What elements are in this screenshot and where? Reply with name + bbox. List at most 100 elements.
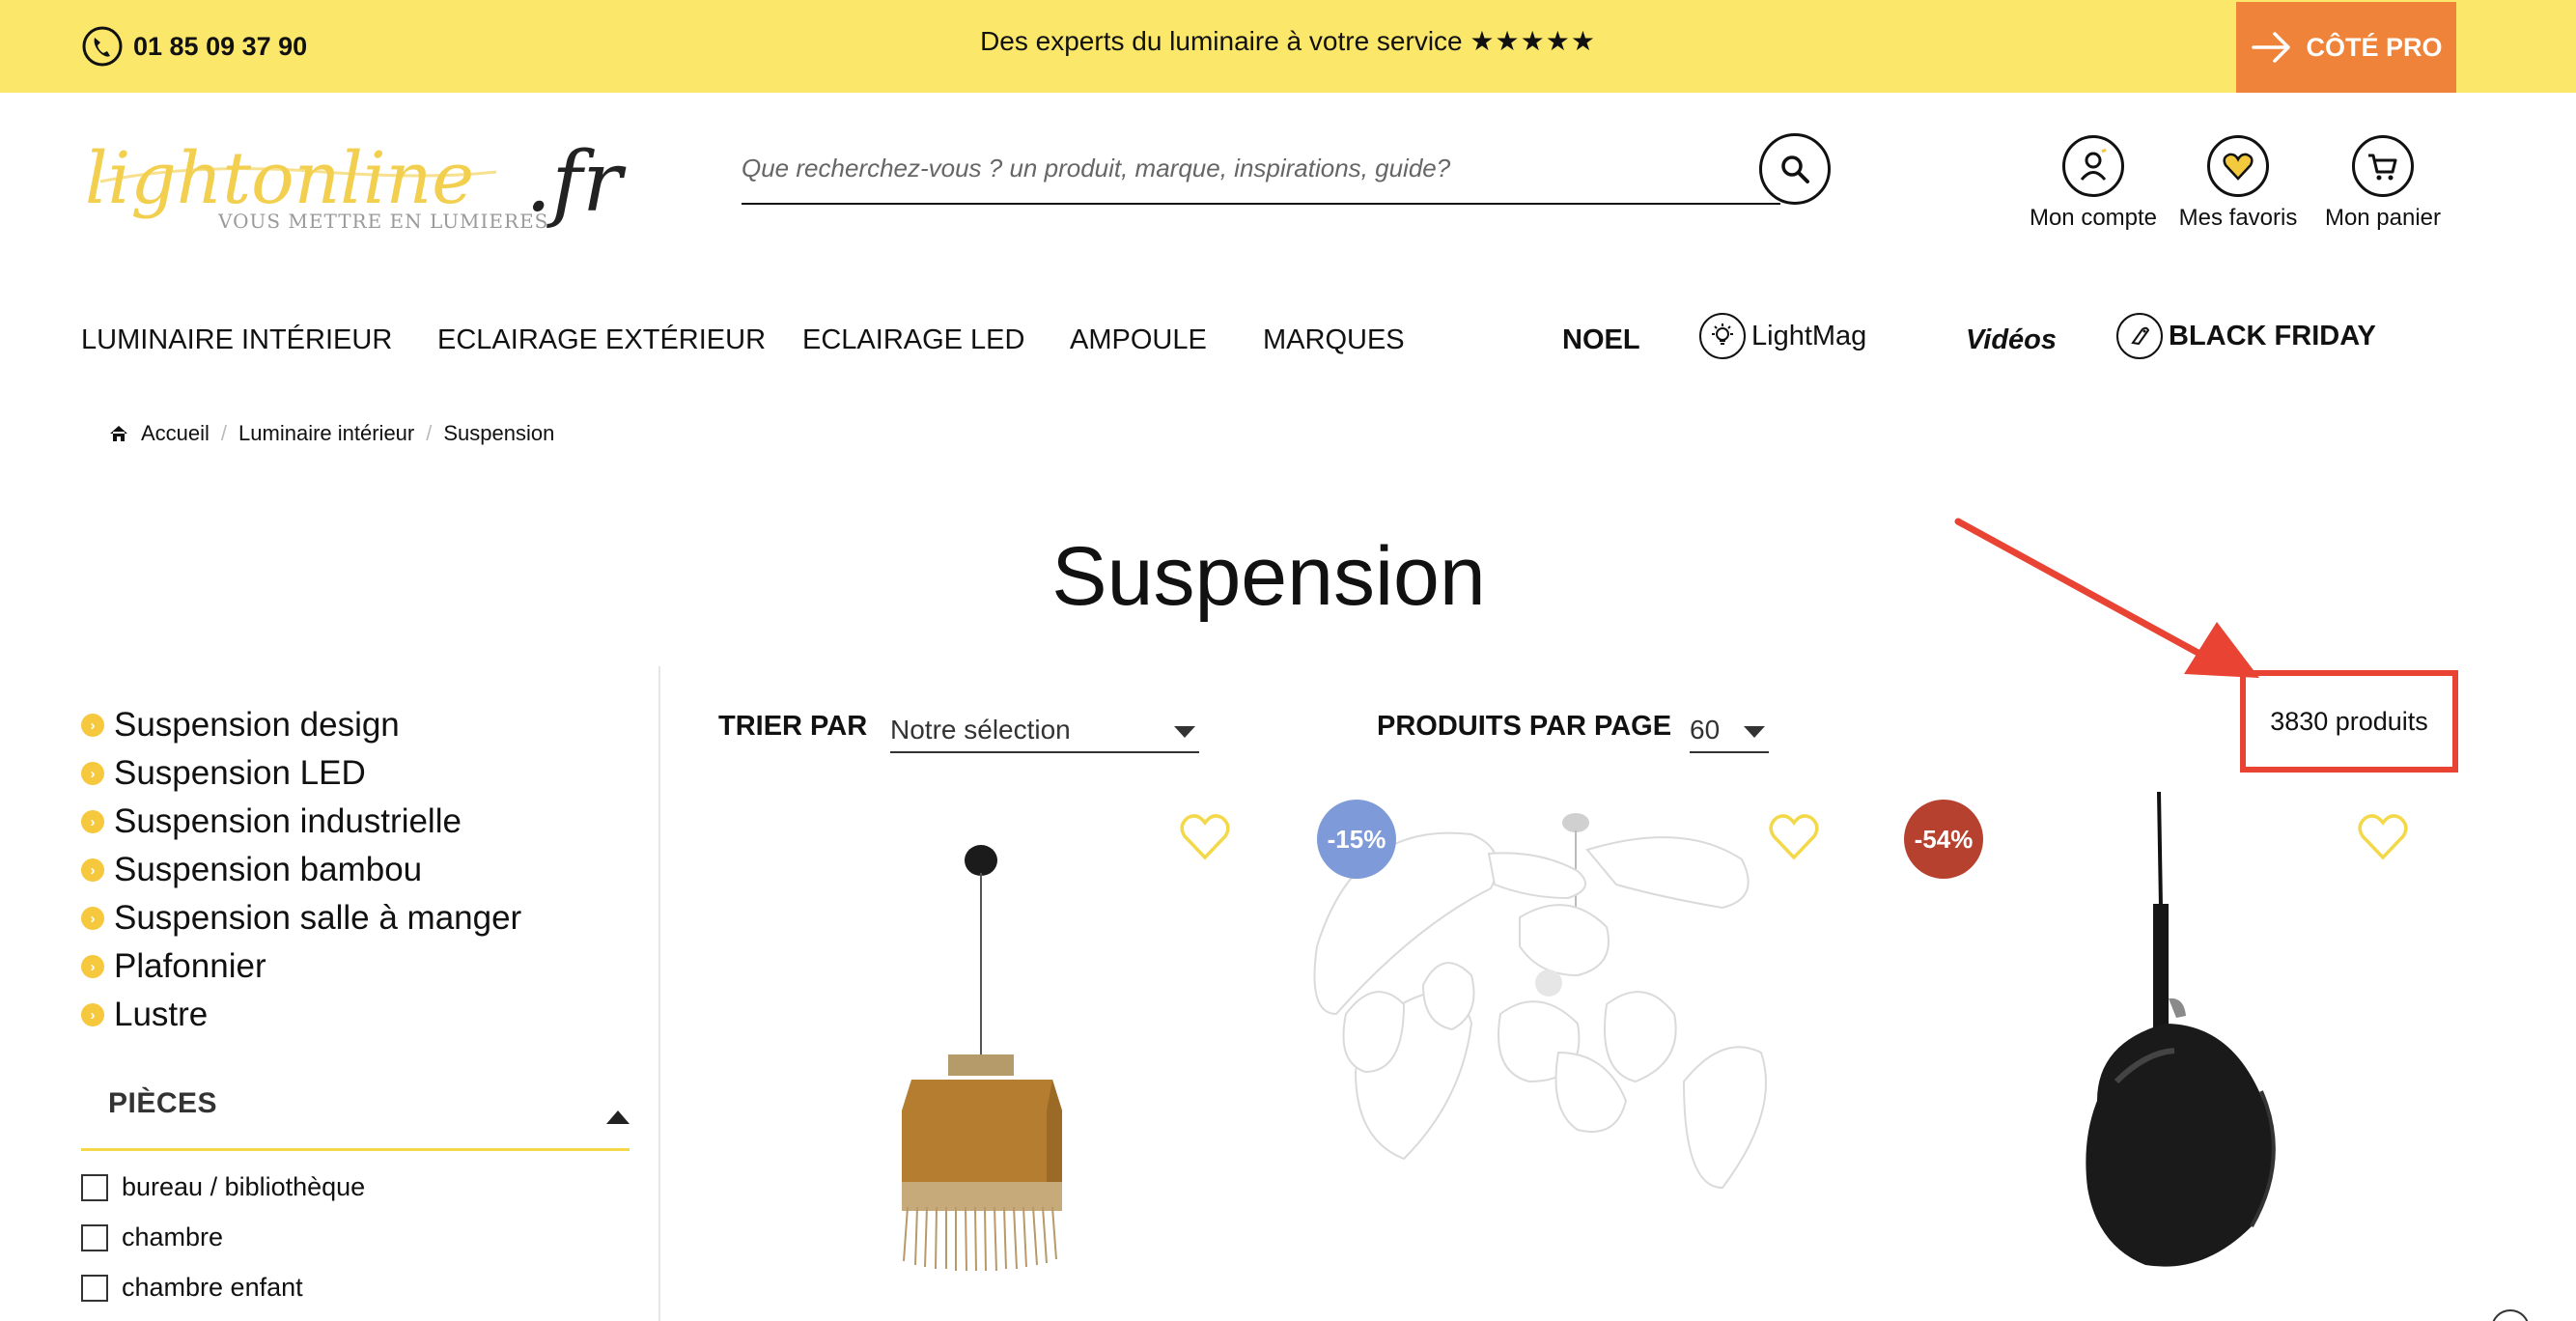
category-link[interactable]: › Suspension salle à manger [81,894,631,942]
top-bar: 01 85 09 37 90 Des experts du luminaire … [0,0,2576,93]
user-icon [2062,135,2124,197]
breadcrumb-separator: / [220,421,228,445]
category-label: Suspension LED [114,754,366,792]
site-logo[interactable]: lightonline .fr VOUS METTRE EN LUMIERES [81,124,660,249]
chevron-right-icon: › [81,762,104,785]
breadcrumb-current: Suspension [443,421,555,445]
category-sidebar: › Suspension design › Suspension LED › Susp… [81,701,631,1039]
chevron-right-icon: › [81,955,104,978]
product-card[interactable]: -54% [1885,792,2464,1321]
tagline-text: Des experts du luminaire à votre service [980,26,1463,56]
nav-item-black-friday-label: BLACK FRIDAY [2169,320,2376,351]
nav-item-noel[interactable]: NOEL [1562,319,1640,361]
chevron-right-icon: › [81,907,104,930]
filter-title: PIÈCES [108,1087,218,1119]
arrow-right-icon [2252,32,2291,63]
nav-item-lightmag-label: LightMag [1751,320,1867,351]
scroll-top-button[interactable] [2491,1309,2530,1321]
category-link[interactable]: › Suspension design [81,701,631,749]
checkbox[interactable] [81,1274,108,1302]
search-button[interactable] [1759,133,1831,205]
account-label: Mon compte [2029,205,2158,231]
favorites-link[interactable]: Mes favoris [2161,135,2315,232]
nav-item-black-friday[interactable]: BLACK FRIDAY [2116,313,2376,359]
filter-option[interactable]: chambre enfant [81,1273,303,1303]
product-count: 3830 produits [2240,670,2458,773]
search-bar [742,141,1780,205]
home-icon [110,426,127,441]
chevron-right-icon: › [81,1003,104,1026]
search-input[interactable] [742,141,1780,195]
logo-tagline: VOUS METTRE EN LUMIERES [217,210,548,233]
per-page-label: PRODUITS PAR PAGE [1377,711,1672,742]
checkbox[interactable] [81,1173,108,1201]
category-label: Suspension salle à manger [114,899,522,937]
per-page-select[interactable]: 60 [1690,709,1769,753]
pro-button[interactable]: CÔTÉ PRO [2236,2,2456,93]
dropdown-arrow-icon [1174,726,1195,738]
heart-icon [2207,135,2269,197]
chevron-right-icon: › [81,810,104,833]
product-image [902,845,1062,1272]
cart-label: Mon panier [2324,205,2442,231]
filter-option[interactable]: bureau / bibliothèque [81,1172,365,1202]
category-label: Suspension industrielle [114,802,462,840]
breadcrumb: Accueil / Luminaire intérieur / Suspensi… [108,421,554,446]
nav-item-eclairage-exterieur[interactable]: ECLAIRAGE EXTÉRIEUR [437,319,766,361]
pro-button-label: CÔTÉ PRO [2306,32,2443,62]
dropdown-arrow-icon [1744,726,1765,738]
sort-label: TRIER PAR [718,711,868,742]
logo-text: lightonline [85,137,474,220]
checkbox[interactable] [81,1223,108,1251]
nav-item-lightmag[interactable]: LightMag [1699,313,1867,359]
discount-badge: -15% [1317,800,1396,879]
product-card[interactable] [718,792,1298,1321]
product-image [1313,813,1767,1190]
category-label: Suspension design [114,706,400,744]
nav-item-marques[interactable]: MARQUES [1263,319,1405,361]
lightbulb-icon [1699,313,1746,359]
product-image [2086,792,2276,1267]
tagline: Des experts du luminaire à votre service… [0,25,2576,57]
category-link[interactable]: › Suspension LED [81,749,631,798]
favorite-heart-icon[interactable] [2356,811,2410,861]
chevron-right-icon: › [81,714,104,737]
favorites-label: Mes favoris [2178,205,2298,231]
nav-item-luminaire-interieur[interactable]: LUMINAIRE INTÉRIEUR [81,319,392,361]
filter-option-label: bureau / bibliothèque [122,1172,366,1201]
chevron-right-icon: › [81,858,104,882]
main-nav: LUMINAIRE INTÉRIEUR ECLAIRAGE EXTÉRIEUR … [0,313,2576,361]
nav-item-videos[interactable]: Vidéos [1966,319,2057,361]
favorite-heart-icon[interactable] [1178,811,1232,861]
favorite-heart-icon[interactable] [1767,811,1821,861]
nav-item-ampoule[interactable]: AMPOULE [1070,319,1207,361]
sidebar-divider [658,666,660,1321]
breadcrumb-luminaire-interieur[interactable]: Luminaire intérieur [238,421,414,446]
breadcrumb-home[interactable]: Accueil [141,421,210,446]
filter-option-label: chambre [122,1223,224,1251]
cart-icon [2352,135,2414,197]
cart-link[interactable]: Mon panier [2306,135,2460,232]
category-link[interactable]: › Suspension bambou [81,846,631,894]
category-link[interactable]: › Plafonnier [81,942,631,991]
category-label: Suspension bambou [114,851,423,888]
filter-option[interactable]: chambre [81,1223,223,1252]
per-page-value: 60 [1690,715,1721,745]
rating-stars: ★★★★★ [1470,26,1596,56]
nav-item-eclairage-led[interactable]: ECLAIRAGE LED [802,319,1024,361]
sort-value: Notre sélection [890,715,1071,745]
filter-toggle[interactable]: PIÈCES [81,1082,630,1151]
category-label: Lustre [114,996,209,1033]
category-label: Plafonnier [114,947,266,985]
discount-badge: -54% [1904,800,1983,879]
tag-icon [2116,313,2163,359]
category-link[interactable]: › Lustre [81,991,631,1039]
category-link[interactable]: › Suspension industrielle [81,798,631,846]
filter-option-label: chambre enfant [122,1273,303,1302]
sort-select[interactable]: Notre sélection [890,709,1199,753]
product-card[interactable]: -15% [1298,792,1877,1321]
account-link[interactable]: Mon compte [2016,135,2170,232]
annotation-arrow-icon [1954,518,2259,678]
caret-up-icon [606,1110,630,1124]
search-icon [1781,155,1809,183]
